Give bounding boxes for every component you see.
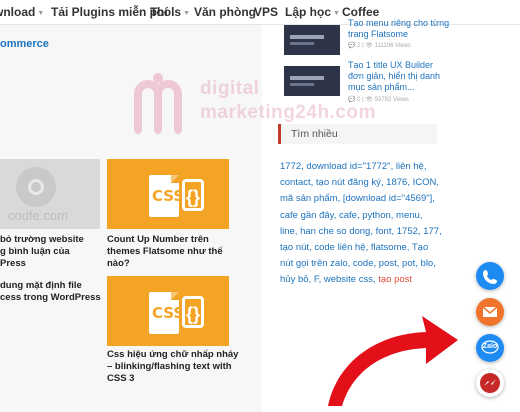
nav-office-label: Văn phòng (194, 5, 256, 19)
tag-link[interactable]: post (379, 258, 397, 269)
tag-link[interactable]: flatsome (371, 242, 407, 253)
sidebar-post-thumbnail[interactable] (284, 66, 340, 96)
tag-link[interactable]: code liên hệ (314, 242, 365, 253)
tag-link[interactable]: blo (421, 258, 434, 269)
tag-link[interactable]: 1772 (280, 161, 301, 172)
tag-link[interactable]: mã sản phẩm (280, 193, 338, 204)
tag-cloud: 1772, download id="1772", liên hệ, conta… (280, 161, 442, 286)
tag-link[interactable]: pot (402, 258, 415, 269)
sidebar-post-title[interactable]: Tạo menu riêng cho từng trang Flatsome (348, 18, 458, 40)
tag-link[interactable]: 1876 (386, 177, 407, 188)
css-icon-label: CSS (152, 187, 185, 205)
nav-vps[interactable]: VPS (254, 5, 278, 19)
sidebar-post-title[interactable]: Tạo 1 title UX Builder đơn giản, hiển th… (348, 60, 458, 93)
nav-download[interactable]: Download▼ (0, 5, 44, 19)
tag-link[interactable]: menu (396, 210, 420, 221)
tag-link[interactable]: contact (280, 177, 311, 188)
tag-link[interactable]: website css (324, 274, 373, 285)
email-button[interactable] (476, 298, 504, 326)
section-title[interactable]: ommerce (0, 38, 49, 50)
tag-link[interactable]: tạo nút (280, 242, 309, 253)
post-title[interactable]: dung mặt định file cess trong WordPress (0, 280, 101, 304)
tag-link[interactable]: tạo post (378, 274, 412, 285)
popular-tags-heading: Tìm nhiều (291, 128, 338, 140)
thumbnail-watermark-text: codfe.com (8, 208, 68, 223)
chevron-down-icon: ▼ (183, 10, 191, 17)
popular-tags-heading-box: Tìm nhiều (278, 124, 437, 144)
nav-coffee[interactable]: Coffee (342, 5, 379, 19)
tag-link[interactable]: han che so dong (300, 226, 370, 237)
zalo-label: Zalo (482, 343, 498, 350)
messenger-icon (480, 373, 500, 393)
nav-coffee-label: Coffee (342, 5, 380, 19)
braces-icon: {} (182, 296, 204, 328)
red-arrow-icon (328, 316, 458, 406)
chevron-down-icon: ▼ (37, 10, 45, 17)
phone-icon (483, 270, 497, 284)
tag-link[interactable]: cafe (339, 210, 357, 221)
nav-classes-label: Lập học (285, 5, 332, 19)
mail-icon (482, 306, 498, 317)
tag-link[interactable]: F (314, 274, 319, 285)
tag-link[interactable]: tạo nút đăng ký (316, 177, 381, 188)
nav-classes[interactable]: Lập học ▼ (285, 5, 340, 19)
post-title[interactable]: Css hiệu ứng chữ nhấp nháy – blinking/fl… (107, 349, 238, 385)
braces-icon: {} (182, 179, 204, 211)
nav-tools[interactable]: Tools ▼ (150, 5, 190, 19)
main-content: ommerce codfe.com bỏ trường website g bì… (0, 25, 262, 412)
tag-link[interactable]: [download id="4569"] (343, 193, 432, 204)
sidebar-post-thumbnail[interactable] (284, 25, 340, 55)
post-title[interactable]: bỏ trường website g bình luận của Press (0, 234, 84, 270)
chevron-down-icon: ▼ (333, 10, 340, 17)
css-file-icon: CSS {} (149, 175, 207, 217)
tag-link[interactable]: 1752 (397, 226, 418, 237)
codfe-logo-icon (16, 167, 56, 207)
tag-link[interactable]: cafe gần đây (280, 210, 334, 221)
call-button[interactable] (476, 262, 504, 290)
tag-link[interactable]: ICON (413, 177, 437, 188)
css-file-icon: CSS {} (149, 292, 207, 334)
tag-link[interactable]: code (353, 258, 374, 269)
tag-link[interactable]: liên hệ (396, 161, 424, 172)
tag-link[interactable]: download id="1772" (306, 161, 390, 172)
tag-link[interactable]: hủy bỏ (280, 274, 309, 285)
nav-download-label: Download (0, 5, 36, 19)
nav-office[interactable]: Văn phòng (194, 5, 256, 19)
messenger-button[interactable] (476, 369, 504, 397)
nav-vps-label: VPS (254, 5, 279, 19)
post-thumbnail[interactable]: CSS {} (107, 159, 229, 229)
tag-link[interactable]: font (376, 226, 392, 237)
nav-tools-label: Tools (150, 5, 182, 19)
tag-link[interactable]: line (280, 226, 295, 237)
sidebar-post-meta: 💬 2 | 👁 111106 Views (348, 43, 411, 49)
css-icon-label: CSS (152, 304, 185, 322)
sidebar-post-meta: 💬 0 | 👁 93782 Views (348, 97, 409, 103)
post-thumbnail[interactable]: codfe.com (0, 159, 100, 229)
zalo-button[interactable]: Zalo (476, 334, 504, 362)
post-thumbnail[interactable]: CSS {} (107, 276, 229, 346)
tag-link[interactable]: python (362, 210, 391, 221)
tag-link[interactable]: 177 (423, 226, 439, 237)
post-title[interactable]: Count Up Number trên themes Flatsome như… (107, 234, 223, 270)
